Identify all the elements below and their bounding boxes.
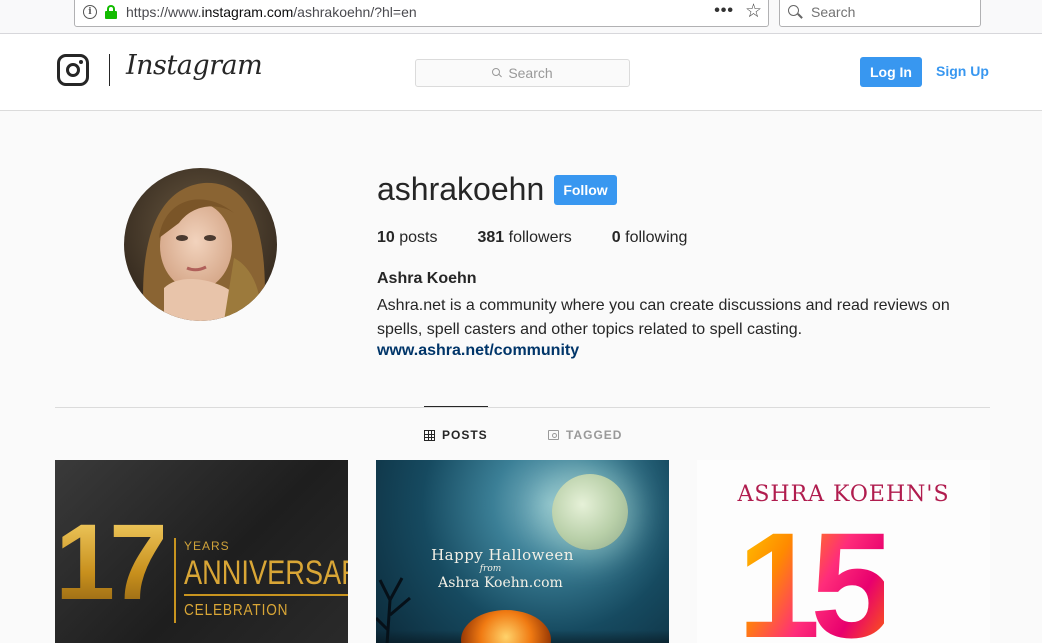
instagram-wordmark[interactable]: Instagram — [126, 50, 263, 81]
post-2-line2: from — [479, 564, 502, 574]
instagram-camera-icon[interactable] — [57, 54, 89, 86]
post-1-rule — [184, 594, 348, 596]
url-host: instagram.com — [201, 4, 294, 20]
post-2-line3: Ashra Koehn.com — [438, 575, 563, 591]
post-thumbnail-anniversary[interactable]: 17 YEARS ANNIVERSARY CELEBRATION — [55, 460, 348, 643]
profile-website-link[interactable]: www.ashra.net/community — [377, 342, 579, 360]
bookmark-star-icon[interactable]: ☆ — [745, 0, 762, 23]
following-count-label: following — [625, 229, 688, 246]
tabs-divider — [55, 407, 990, 408]
post-1-line2: ANNIVERSARY — [184, 554, 348, 592]
profile-full-name: Ashra Koehn — [377, 270, 477, 287]
browser-toolbar: i https://www.instagram.com/ashrakoehn/?… — [0, 0, 1042, 34]
bio-line-1: Ashra.net is a community where you can c… — [377, 297, 950, 314]
posts-count: 10 posts — [377, 229, 438, 247]
follow-button[interactable]: Follow — [554, 175, 617, 205]
following-count-value: 0 — [611, 229, 621, 246]
post-1-divider — [174, 538, 176, 623]
profile-stats: 10 posts 381 followers 0 following — [377, 229, 727, 247]
url-bar[interactable]: i https://www.instagram.com/ashrakoehn/?… — [74, 0, 769, 27]
site-search-placeholder: Search — [508, 65, 553, 81]
site-info-icon[interactable]: i — [83, 5, 97, 19]
url-text[interactable]: https://www.instagram.com/ashrakoehn/?hl… — [126, 4, 417, 20]
browser-search-placeholder: Search — [811, 4, 856, 20]
post-2-line1: Happy Halloween — [431, 546, 574, 564]
login-button[interactable]: Log In — [860, 57, 922, 87]
tab-tagged[interactable]: TAGGED — [548, 428, 622, 442]
profile-bio: Ashra.net is a community where you can c… — [377, 294, 977, 342]
url-prefix: https://www. — [126, 4, 202, 20]
site-search-input[interactable]: Search — [415, 59, 630, 87]
page-actions-menu-icon[interactable]: ••• — [714, 2, 734, 20]
post-3-number: 15 — [737, 510, 894, 643]
post-1-line3: CELEBRATION — [184, 602, 289, 619]
search-icon — [788, 4, 803, 20]
bio-line-2: spells, spell casters and other topics r… — [377, 321, 803, 338]
url-path: /ashrakoehn/?hl=en — [293, 4, 417, 20]
profile-avatar[interactable] — [124, 168, 277, 321]
post-thumbnail-fifteen[interactable]: ASHRA KOEHN'S 15 — [697, 460, 990, 643]
grid-icon — [424, 429, 435, 441]
lock-icon — [104, 5, 118, 19]
browser-search-box[interactable]: Search — [779, 0, 981, 27]
tab-posts-label: POSTS — [442, 428, 488, 442]
followers-count-label: followers — [508, 229, 572, 246]
post-1-number: 17 — [55, 501, 169, 622]
tab-tagged-label: TAGGED — [566, 428, 623, 442]
site-header: Instagram Search Log In Sign Up — [0, 34, 1042, 111]
search-icon — [492, 68, 503, 78]
tab-posts[interactable]: POSTS — [424, 428, 488, 442]
pumpkin-image — [461, 610, 551, 643]
post-1-line1: YEARS — [184, 539, 230, 553]
tagged-person-icon — [548, 430, 559, 440]
followers-count-value: 381 — [477, 229, 505, 246]
logo-divider — [109, 54, 110, 86]
posts-count-label: posts — [399, 229, 438, 246]
profile-username: ashrakoehn — [377, 171, 545, 207]
posts-count-value: 10 — [377, 229, 395, 246]
active-tab-indicator — [424, 406, 488, 407]
followers-link[interactable]: 381 followers — [478, 229, 572, 247]
following-link[interactable]: 0 following — [612, 229, 688, 247]
moon-image — [552, 474, 628, 550]
signup-link[interactable]: Sign Up — [936, 63, 989, 79]
post-thumbnail-halloween[interactable]: Happy Halloween from Ashra Koehn.com — [376, 460, 669, 643]
